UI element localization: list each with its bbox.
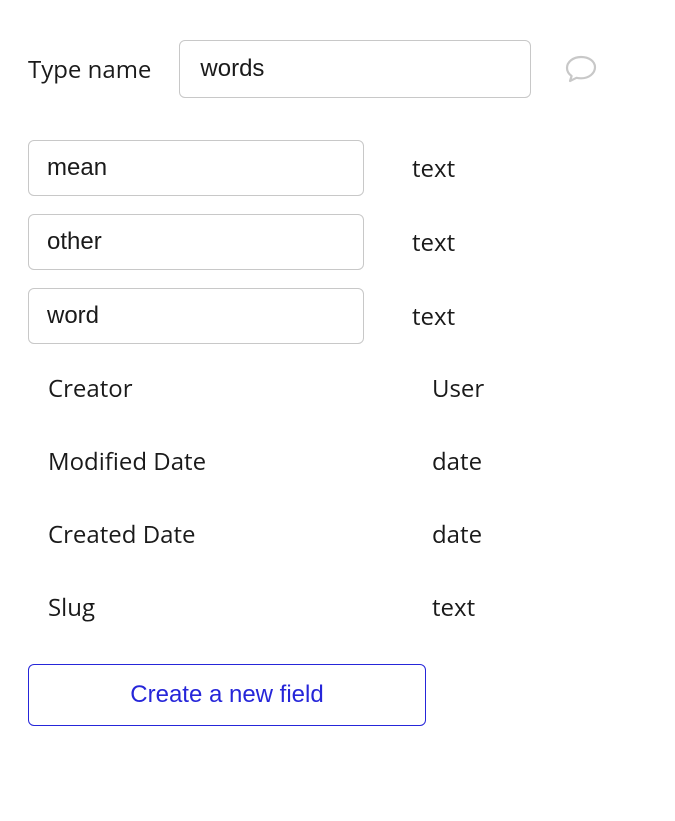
field-type-label: text [412,300,455,333]
create-field-button[interactable]: Create a new field [28,664,426,726]
create-field-button-label: Create a new field [130,681,323,709]
readonly-row: Creator User [28,372,647,405]
type-name-input[interactable] [179,40,531,98]
type-name-label: Type name [28,53,151,86]
field-row: text [28,288,647,344]
readonly-field-type: date [412,445,482,478]
field-name-input[interactable] [28,288,364,344]
type-header-row: Type name [28,40,647,98]
readonly-fields-section: Creator User Modified Date date Created … [28,372,647,624]
field-row: text [28,214,647,270]
readonly-row: Created Date date [28,518,647,551]
readonly-field-type: text [412,591,475,624]
comment-icon[interactable] [563,51,599,87]
readonly-row: Slug text [28,591,647,624]
readonly-field-type: User [412,372,484,405]
field-row: text [28,140,647,196]
field-name-input[interactable] [28,214,364,270]
readonly-field-name: Slug [28,591,364,624]
field-type-label: text [412,152,455,185]
field-type-label: text [412,226,455,259]
readonly-field-type: date [412,518,482,551]
readonly-field-name: Created Date [28,518,364,551]
readonly-field-name: Modified Date [28,445,364,478]
field-name-input[interactable] [28,140,364,196]
readonly-row: Modified Date date [28,445,647,478]
editable-fields-section: text text text [28,140,647,344]
readonly-field-name: Creator [28,372,364,405]
